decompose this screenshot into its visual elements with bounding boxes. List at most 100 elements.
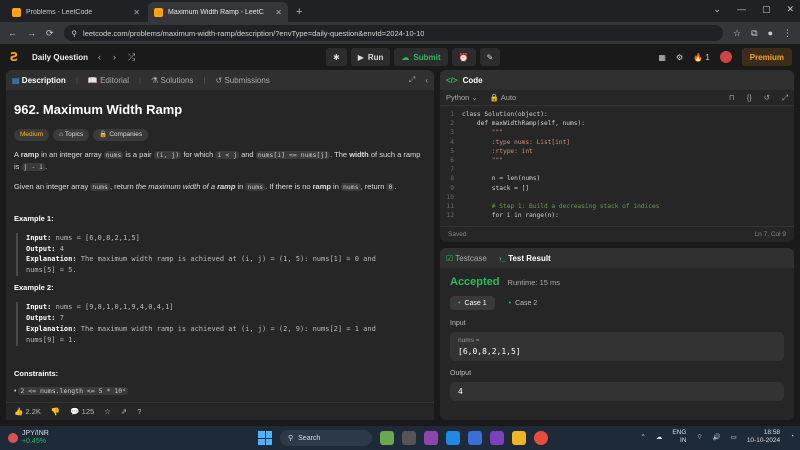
chrome-icon[interactable] (534, 431, 548, 445)
tab-description-label: Description (21, 75, 66, 85)
volume-icon[interactable]: 🔊 (713, 433, 721, 441)
notes-button[interactable]: ✎ (479, 48, 501, 66)
code-line: 9 stack = [] (450, 184, 530, 192)
favorite-star-icon[interactable]: ☆ (104, 407, 111, 416)
streak-counter[interactable]: 🔥 1 (693, 53, 710, 62)
new-tab-icon[interactable]: + (290, 6, 308, 22)
settings-gear-icon[interactable]: ⚙ (676, 53, 683, 62)
tab-test-result[interactable]: ›_ Test Result (499, 254, 551, 263)
problem-paragraph-1: A ramp in an integer array nums is a pai… (14, 149, 421, 171)
auto-indicator[interactable]: 🔒 Auto (490, 93, 516, 102)
bookmark-star-icon[interactable]: ☆ (733, 28, 741, 39)
help-icon[interactable]: ? (137, 407, 141, 416)
browser-tab-problems[interactable]: Problems - LeetCode ✕ (6, 2, 146, 22)
next-problem-icon[interactable]: › (113, 52, 116, 62)
profile-avatar-icon[interactable]: ● (768, 28, 773, 38)
code-tab-label: Code (462, 75, 483, 85)
code-editor[interactable]: 1 class Solution(object): 2 def maxWidthR… (440, 106, 794, 220)
language-indicator[interactable]: ENG IN (672, 429, 686, 445)
file-explorer-icon[interactable] (512, 431, 526, 445)
bookmark-icon[interactable]: ⊓ (729, 93, 735, 102)
like-button[interactable]: 👍 2.2K (14, 407, 41, 416)
code-line: 1 class Solution(object): (450, 111, 548, 118)
app-icon[interactable] (468, 431, 482, 445)
tab-editorial-label: Editorial (100, 75, 129, 85)
browser-tabbar: Problems - LeetCode ✕ Maximum Width Ramp… (0, 0, 800, 22)
site-info-icon[interactable]: ⚲ (72, 29, 78, 38)
menu-icon[interactable]: ⋮ (783, 28, 792, 39)
taskbar-search[interactable]: ⚲ Search (280, 430, 372, 446)
browser-tab-maximum-width-ramp[interactable]: Maximum Width Ramp - LeetC ✕ (148, 2, 288, 22)
tab-solutions[interactable]: ⚗ Solutions (151, 76, 193, 85)
expand-icon[interactable]: ⤢ (409, 75, 415, 85)
close-icon[interactable]: ✕ (275, 8, 282, 17)
minimize-icon[interactable]: — (737, 4, 746, 15)
code-tab[interactable]: </> Code (440, 70, 794, 90)
run-button[interactable]: ▶ Run (350, 48, 391, 66)
task-view-icon[interactable] (402, 431, 416, 445)
layout-grid-icon[interactable]: ▦ (658, 53, 666, 62)
tab-description[interactable]: ▤ Description (12, 76, 66, 85)
language-select[interactable]: Python ⌄ (446, 93, 478, 102)
back-icon[interactable]: ← (8, 28, 17, 38)
code-line: 10 (446, 193, 454, 201)
example-1-title: Example 1: (14, 213, 54, 223)
wifi-icon[interactable]: ⌔ (696, 432, 702, 441)
case-2-tab[interactable]: • Case 2 (501, 296, 546, 310)
edge-browser-icon[interactable] (446, 431, 460, 445)
comments-button[interactable]: 💬 125 (70, 407, 94, 416)
leetcode-logo-icon[interactable]: Ꙅ (10, 50, 22, 64)
widget-app-icon[interactable] (380, 431, 394, 445)
reload-icon[interactable]: ⟳ (46, 28, 54, 39)
tray-overflow-icon[interactable]: ⌃ (640, 433, 645, 441)
window-controls: ⌄ — ▢ ✕ (713, 4, 794, 15)
problem-tabs: ▤ Description | 📖 Editorial | ⚗ Solution… (6, 70, 434, 90)
maximize-icon[interactable]: ▢ (762, 4, 771, 15)
close-icon[interactable]: ✕ (133, 8, 140, 17)
teams-icon[interactable] (490, 431, 504, 445)
description-icon: ▤ (12, 75, 20, 85)
user-nav: ▦ ⚙ 🔥 1 Premium (658, 48, 792, 66)
notification-icon[interactable]: ◔ (790, 433, 794, 440)
share-icon[interactable]: ⇗ (121, 407, 127, 416)
timer-button[interactable]: ⏰ (451, 48, 476, 66)
cursor-position: Ln 7, Col 9 (754, 231, 786, 238)
cloud-icon[interactable]: ☁ (656, 433, 663, 441)
forward-icon[interactable]: → (27, 28, 36, 38)
tab-submissions[interactable]: ↺ Submissions (215, 76, 269, 85)
url-text: leetcode.com/problems/maximum-width-ramp… (83, 28, 425, 38)
dislike-button[interactable]: 👎 (51, 407, 60, 416)
reset-icon[interactable]: ↺ (764, 93, 770, 102)
fullscreen-icon[interactable]: ⤢ (782, 93, 788, 103)
windows-start-icon[interactable] (258, 431, 272, 445)
submit-button[interactable]: ☁ Submit (394, 48, 448, 66)
saved-status: Saved (448, 231, 467, 238)
collapse-icon[interactable]: ‹ (425, 76, 428, 85)
url-input[interactable]: ⚲ leetcode.com/problems/maximum-width-ra… (63, 25, 724, 41)
daily-question-link[interactable]: Daily Question (32, 53, 88, 62)
extensions-icon[interactable]: ⧉ (751, 28, 757, 39)
problem-tags: Medium ⌂ Topics 🔒 Companies (14, 128, 426, 141)
problem-title[interactable]: 962. Maximum Width Ramp (14, 100, 426, 121)
shuffle-icon[interactable]: ⤮ (128, 52, 135, 63)
close-window-icon[interactable]: ✕ (786, 4, 794, 15)
tab-search-icon[interactable]: ⌄ (713, 4, 721, 15)
address-bar: ← → ⟳ ⚲ leetcode.com/problems/maximum-wi… (0, 22, 800, 44)
premium-button[interactable]: Premium (741, 48, 792, 66)
copilot-icon[interactable] (424, 431, 438, 445)
difficulty-badge: Medium (14, 128, 50, 141)
battery-icon[interactable]: ▭ (731, 433, 737, 441)
avatar[interactable] (719, 51, 732, 63)
clock[interactable]: 18:58 10-10-2024 (747, 429, 780, 445)
code-line: 12 for i in range(n): (446, 212, 559, 220)
topics-chip[interactable]: ⌂ Topics (53, 128, 90, 141)
companies-chip[interactable]: 🔒 Companies (93, 128, 149, 141)
tab-testcase[interactable]: ☑ Testcase (446, 254, 487, 263)
debug-button[interactable]: ✱ (326, 48, 347, 66)
case-1-tab[interactable]: • Case 1 (450, 296, 495, 310)
ticker-widget[interactable]: JPY/INR +0.45% (8, 430, 128, 445)
prev-problem-icon[interactable]: ‹ (98, 52, 101, 62)
output-box: 4 (450, 382, 784, 401)
braces-icon[interactable]: {} (747, 93, 752, 102)
tab-editorial[interactable]: 📖 Editorial (88, 76, 129, 85)
